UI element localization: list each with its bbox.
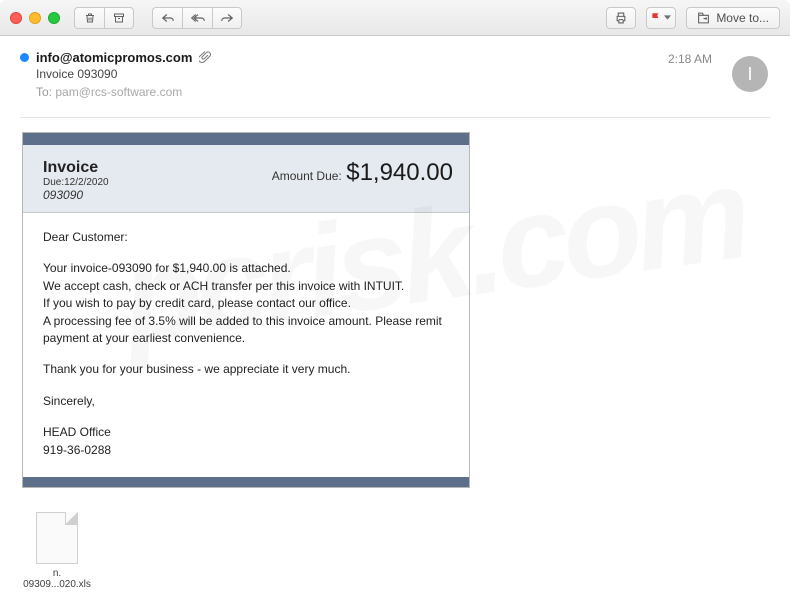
file-icon: [36, 512, 78, 564]
trash-button[interactable]: [74, 7, 104, 29]
card-top-bar: [23, 133, 469, 145]
window-controls: [10, 12, 60, 24]
forward-button[interactable]: [212, 7, 242, 29]
reply-button[interactable]: [152, 7, 182, 29]
archive-button[interactable]: [104, 7, 134, 29]
invoice-header: Invoice Due:12/2/2020 093090 Amount Due:…: [23, 145, 469, 213]
invoice-number: 093090: [43, 188, 109, 202]
avatar[interactable]: I: [732, 56, 768, 92]
fullscreen-window-icon[interactable]: [48, 12, 60, 24]
flag-button[interactable]: [646, 7, 676, 29]
delete-archive-group: [74, 7, 134, 29]
sender-address: info@atomicpromos.com: [36, 50, 192, 65]
received-time: 2:18 AM: [668, 52, 712, 66]
attachment-filename: n. 09309...020.xls: [22, 568, 92, 590]
email-subject: Invoice 093090: [36, 67, 770, 81]
to-label: To:: [36, 85, 52, 99]
close-window-icon[interactable]: [10, 12, 22, 24]
to-row: To: pam@rcs-software.com: [36, 85, 770, 99]
reply-all-button[interactable]: [182, 7, 212, 29]
to-value: pam@rcs-software.com: [55, 85, 182, 99]
invoice-body-text: Dear Customer: Your invoice-093090 for $…: [23, 213, 469, 477]
email-header: info@atomicpromos.com 2:18 AM I Invoice …: [0, 36, 790, 109]
attachment-item[interactable]: n. 09309...020.xls: [22, 512, 92, 590]
print-button[interactable]: [606, 7, 636, 29]
attachment-icon: [199, 51, 211, 64]
amount-due: Amount Due: $1,940.00: [272, 159, 453, 187]
invoice-title: Invoice: [43, 159, 109, 177]
email-body: Invoice Due:12/2/2020 093090 Amount Due:…: [0, 118, 790, 502]
amount-label: Amount Due:: [272, 169, 342, 183]
attachments-area: n. 09309...020.xls: [0, 502, 790, 600]
titlebar: Move to...: [0, 0, 790, 36]
amount-value: $1,940.00: [346, 159, 453, 186]
reply-group: [152, 7, 242, 29]
move-to-label: Move to...: [716, 11, 769, 25]
unread-indicator-icon: [20, 53, 29, 62]
invoice-due: Due:12/2/2020: [43, 177, 109, 188]
invoice-card: Invoice Due:12/2/2020 093090 Amount Due:…: [22, 132, 470, 488]
move-to-button[interactable]: Move to...: [686, 7, 780, 29]
card-bottom-bar: [23, 477, 469, 487]
minimize-window-icon[interactable]: [29, 12, 41, 24]
